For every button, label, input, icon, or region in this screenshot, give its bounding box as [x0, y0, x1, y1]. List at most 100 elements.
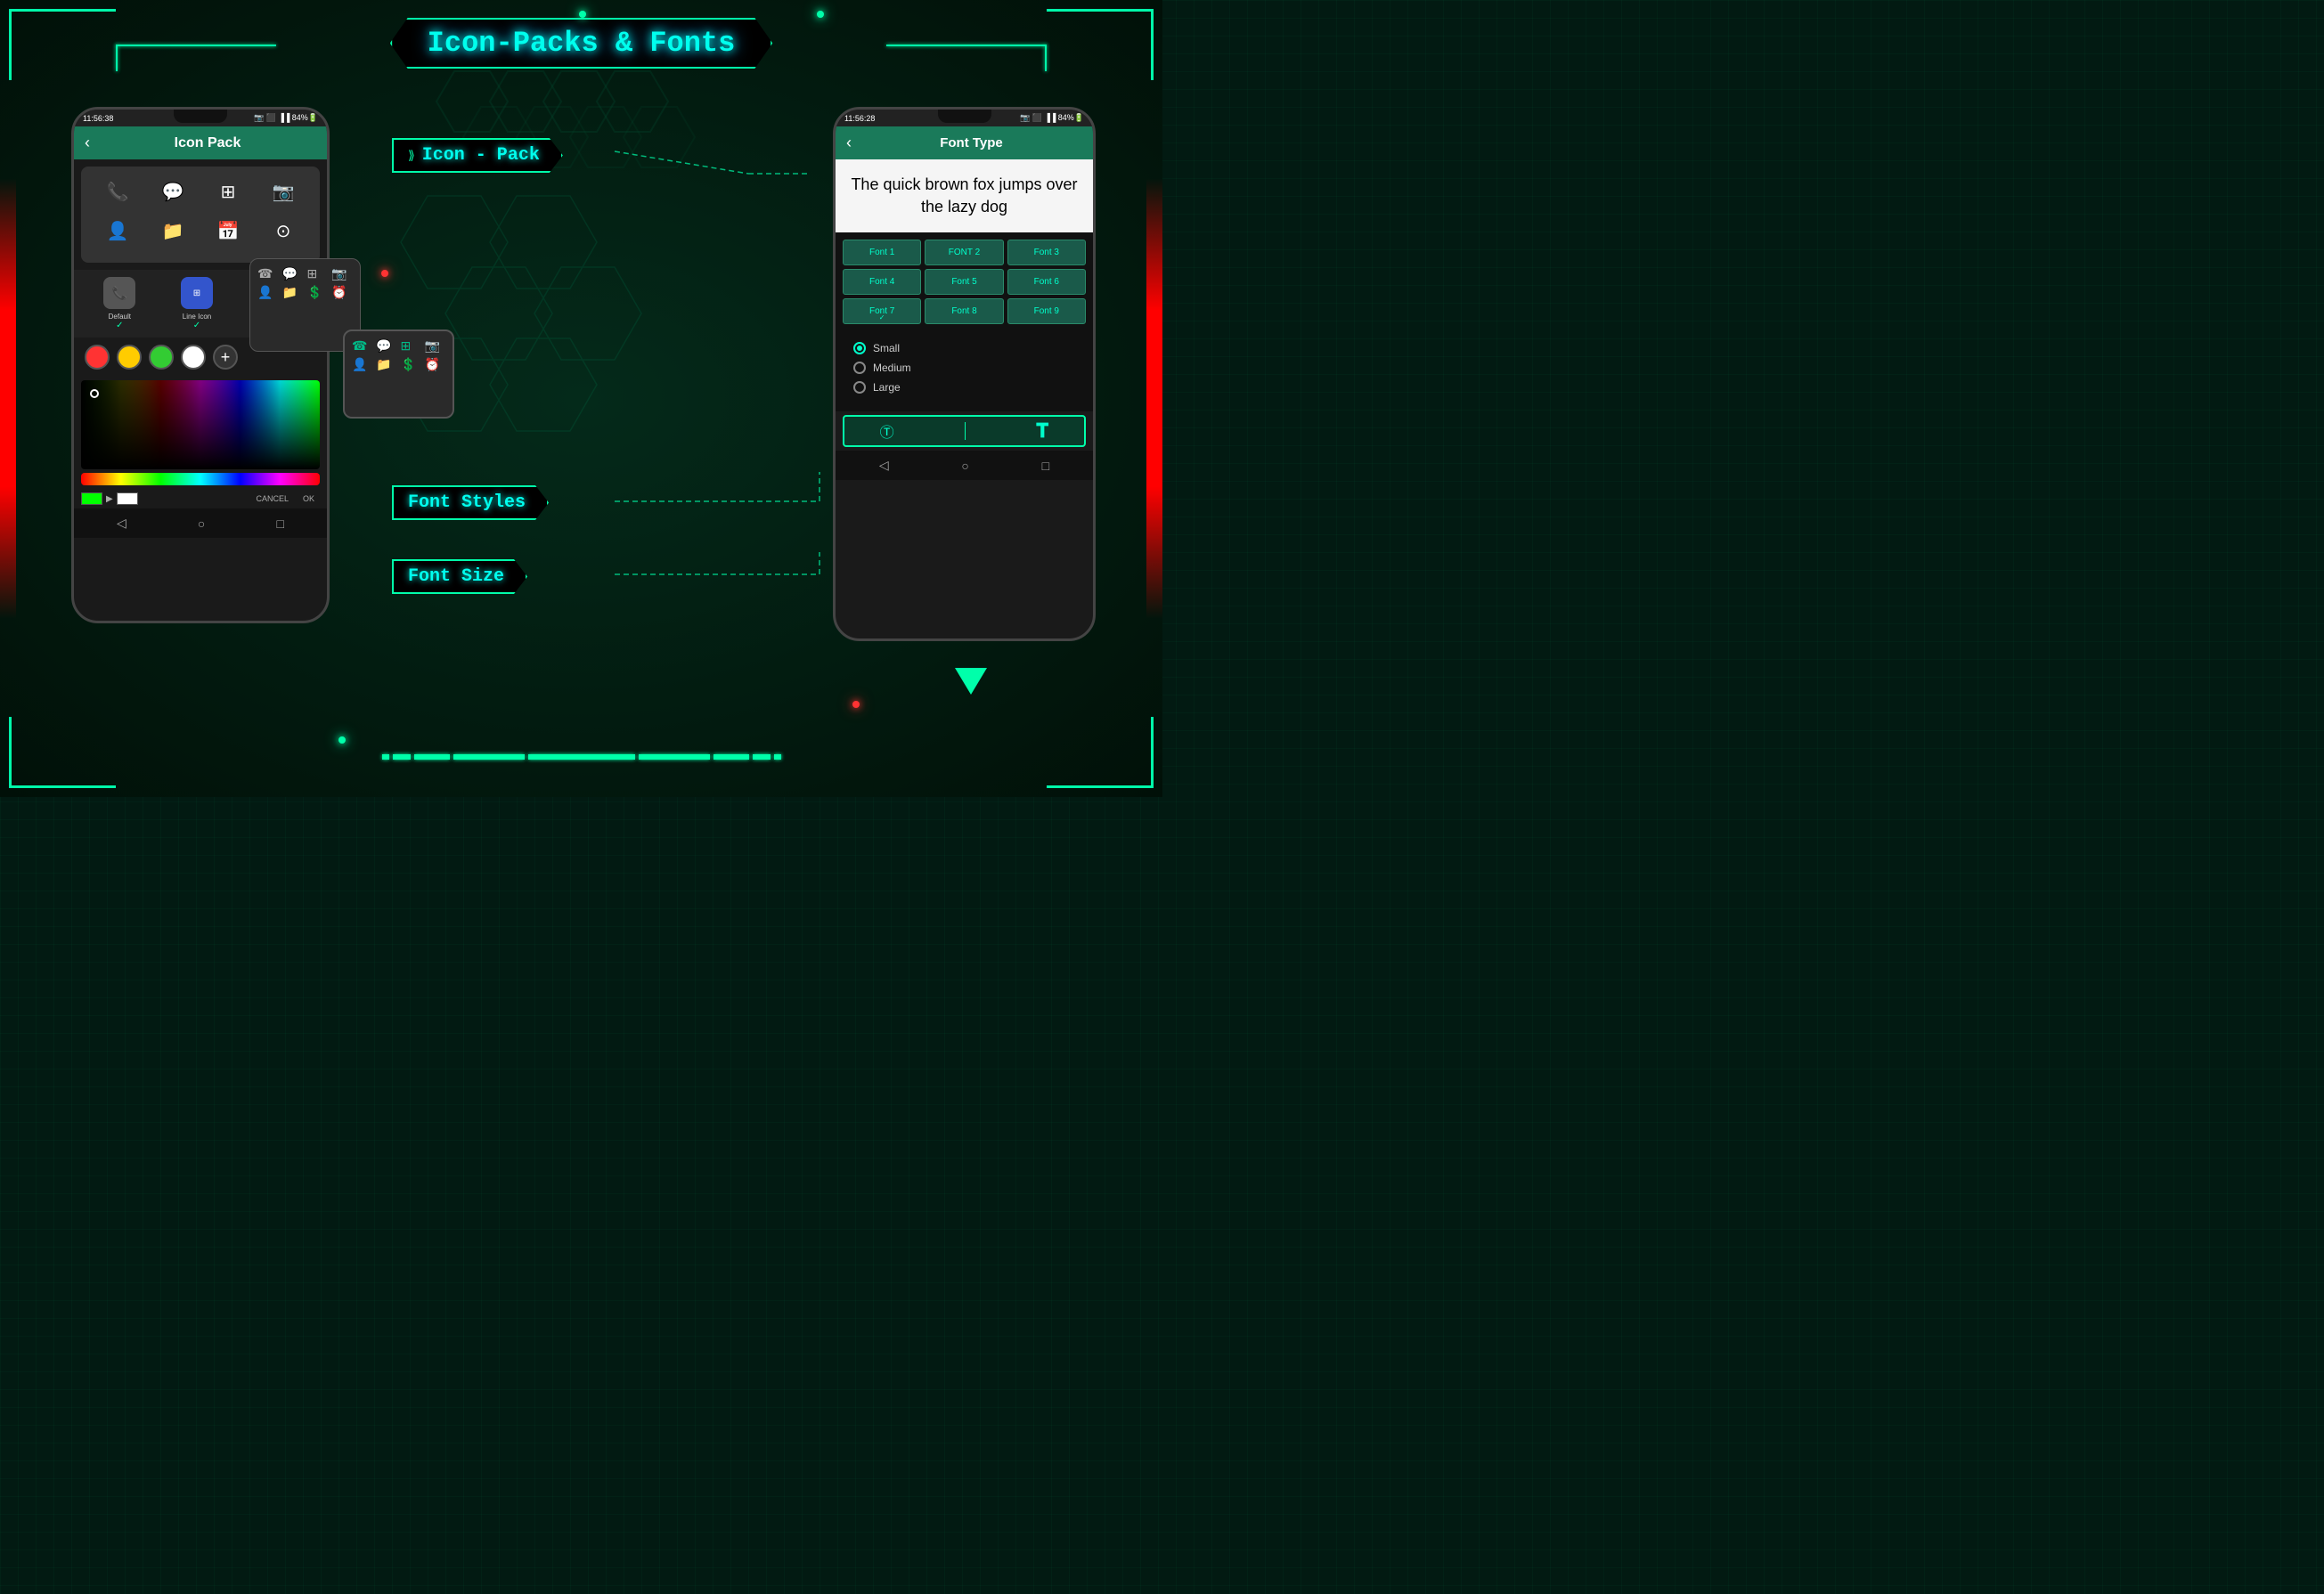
bar-seg-7 — [714, 754, 749, 760]
gr-grid: ⊞ — [401, 338, 421, 354]
glow-dot-green-3 — [338, 736, 346, 744]
calendar-icon[interactable]: 📅 — [212, 215, 244, 247]
swatch-red[interactable] — [85, 345, 110, 370]
font-7-btn[interactable]: Font 7 — [843, 298, 921, 324]
font-9-btn[interactable]: Font 9 — [1007, 298, 1086, 324]
bar-seg-1 — [382, 754, 389, 760]
cancel-button[interactable]: CANCEL — [250, 492, 294, 505]
phone-left: 11:56:38 📷 ⬛ ▐▐ 84%🔋 ‹ Icon Pack 📞 💬 ⊞ 📷… — [71, 107, 330, 623]
phone-icon[interactable]: 📞 — [102, 175, 134, 207]
bar-seg-6 — [639, 754, 710, 760]
corner-decoration-tl — [9, 9, 116, 80]
bar-seg-4 — [453, 754, 525, 760]
icon-pack-title: Icon Pack — [99, 135, 316, 151]
ol-person: 👤 — [257, 285, 279, 300]
folder-icon[interactable]: 📁 — [157, 215, 189, 247]
apps-icon[interactable]: ⊞ — [212, 175, 244, 207]
font-6-btn[interactable]: Font 6 — [1007, 269, 1086, 295]
icon-type-default[interactable]: 📞 Default ✓ — [103, 277, 135, 330]
gr-money: 💲 — [401, 357, 421, 372]
bar-seg-3 — [414, 754, 450, 760]
nav-home-left[interactable]: ○ — [198, 516, 205, 531]
font-5-btn[interactable]: Font 5 — [925, 269, 1003, 295]
toolbar-text-icon[interactable]: Ⓣ — [880, 420, 894, 442]
font-type-header: ‹ Font Type — [836, 126, 1093, 159]
glow-dot-green-2 — [817, 11, 824, 18]
radio-medium[interactable]: Medium — [853, 362, 1075, 374]
font-8-btn[interactable]: Font 8 — [925, 298, 1003, 324]
font-4-btn[interactable]: Font 4 — [843, 269, 921, 295]
radio-small-label: Small — [873, 342, 900, 354]
font-3-btn[interactable]: Font 3 — [1007, 240, 1086, 265]
ol-cam: 📷 — [331, 266, 353, 281]
font-2-btn[interactable]: FONT 2 — [925, 240, 1003, 265]
line-icon-label: Line Icon — [183, 313, 211, 321]
gr-phone: ☎ — [352, 338, 372, 354]
corner-decoration-tr — [1047, 9, 1154, 80]
side-bar-right — [1146, 178, 1162, 619]
radio-small-dot — [857, 346, 862, 351]
circuit-line-2 — [116, 45, 118, 71]
gr-cam: 📷 — [425, 338, 445, 354]
glow-dot-green-1 — [579, 11, 586, 18]
status-time-right: 11:56:28 — [844, 114, 875, 123]
phone-nav-bar-right: ◁ ○ □ — [836, 451, 1093, 480]
radio-small[interactable]: Small — [853, 342, 1075, 354]
font-grid: Font 1 FONT 2 Font 3 Font 4 Font 5 Font … — [836, 232, 1093, 331]
nav-recent-left[interactable]: □ — [276, 516, 283, 531]
page-title-container: Icon-Packs & Fonts — [390, 18, 773, 69]
back-button-left[interactable]: ‹ — [85, 134, 90, 152]
ol-phone: ☎ — [257, 266, 279, 281]
line-check: ✓ — [193, 321, 200, 330]
arrow-icon: ▶ — [106, 494, 113, 504]
swatch-white[interactable] — [181, 345, 206, 370]
color-picker-area[interactable] — [81, 380, 320, 469]
phone-nav-bar-left: ◁ ○ □ — [74, 508, 327, 538]
nav-home-right[interactable]: ○ — [961, 459, 968, 473]
icon-row-2: 👤 📁 📅 ⊙ — [90, 215, 311, 247]
default-label: Default — [109, 313, 131, 321]
bar-seg-5 — [528, 754, 635, 760]
hue-bar[interactable] — [81, 473, 320, 485]
green-icon-grid: ☎ 💬 ⊞ 📷 👤 📁 💲 ⏰ — [352, 338, 445, 372]
font-1-btn[interactable]: Font 1 — [843, 240, 921, 265]
ol-folder: 📁 — [282, 285, 304, 300]
back-button-right[interactable]: ‹ — [846, 134, 852, 152]
swatch-green[interactable] — [149, 345, 174, 370]
person-icon[interactable]: 👤 — [102, 215, 134, 247]
nav-back-right[interactable]: ◁ — [879, 458, 889, 473]
more-icon[interactable]: ⊙ — [267, 215, 299, 247]
radio-large[interactable]: Large — [853, 381, 1075, 394]
ol-grid: ⊞ — [307, 266, 329, 281]
font-toolbar: Ⓣ 𝐓 — [843, 415, 1086, 447]
glow-dot-red-2 — [852, 701, 860, 708]
font-type-title: Font Type — [860, 135, 1082, 150]
circuit-line-4 — [1045, 45, 1047, 71]
toolbar-font-icon[interactable]: 𝐓 — [1036, 419, 1048, 443]
bottom-bar — [359, 744, 804, 770]
icon-pack-header: ‹ Icon Pack — [74, 126, 327, 159]
radio-medium-circle — [853, 362, 866, 374]
toolbar-divider — [965, 422, 966, 440]
camera-icon[interactable]: 📷 — [267, 175, 299, 207]
icon-type-line[interactable]: ⊞ Line Icon ✓ — [181, 277, 213, 330]
nav-back-left[interactable]: ◁ — [117, 516, 126, 531]
icon-pack-banner: ⟫ Icon - Pack — [392, 138, 563, 173]
font-styles-banner: Font Styles — [392, 485, 549, 520]
icon-grid-section: 📞 💬 ⊞ 📷 👤 📁 📅 ⊙ — [81, 167, 320, 263]
swatch-yellow[interactable] — [117, 345, 142, 370]
ok-button[interactable]: OK — [298, 492, 320, 505]
font-size-section: Small Medium Large — [836, 331, 1093, 411]
message-icon[interactable]: 💬 — [157, 175, 189, 207]
add-color-button[interactable]: + — [213, 345, 238, 370]
radio-large-label: Large — [873, 381, 901, 394]
nav-recent-right[interactable]: □ — [1042, 459, 1049, 473]
banner-slash-icon: ⟫ — [408, 148, 415, 163]
circuit-line-3 — [886, 45, 1047, 46]
bar-seg-8 — [753, 754, 771, 760]
page-title: Icon-Packs & Fonts — [428, 27, 736, 60]
glow-dot-red-1 — [381, 270, 388, 277]
color-picker-cursor — [90, 389, 99, 398]
gr-folder: 📁 — [376, 357, 396, 372]
color-preview-white — [117, 492, 138, 505]
